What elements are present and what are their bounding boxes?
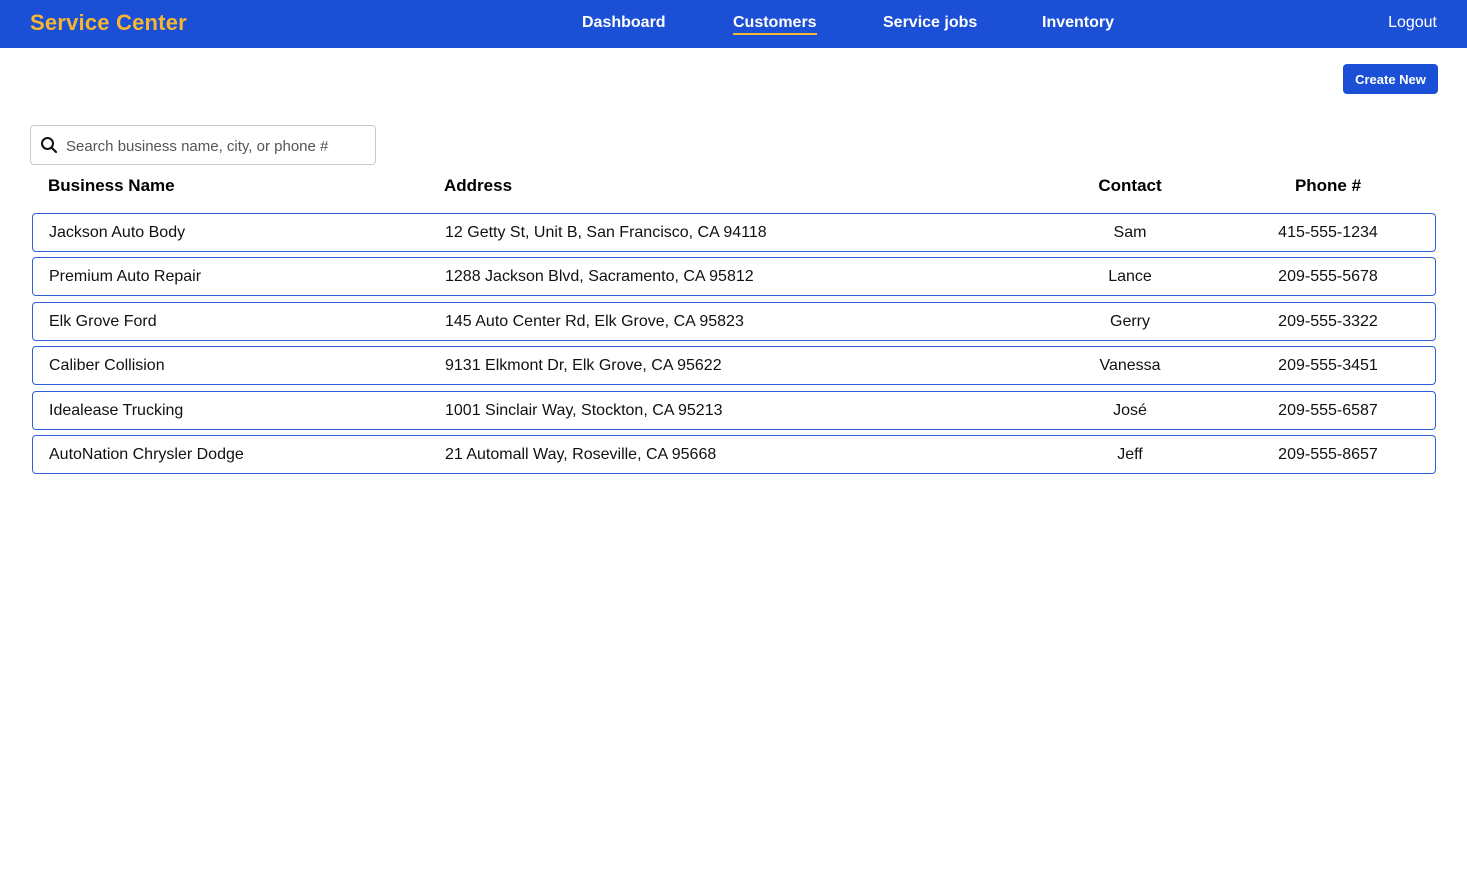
header-address: Address (444, 176, 513, 195)
cell-contact: Jeff (1117, 446, 1143, 463)
header-phone: Phone # (1294, 176, 1362, 195)
cell-phone: 415-555-1234 (1278, 224, 1378, 241)
cell-business-name: Idealease Trucking (49, 402, 184, 419)
cell-business-name: Premium Auto Repair (49, 268, 202, 285)
table-row[interactable]: Premium Auto Repair 1288 Jackson Blvd, S… (32, 257, 1436, 296)
nav-inventory[interactable]: Inventory (1042, 14, 1114, 32)
cell-contact: Vanessa (1099, 357, 1161, 374)
header-contact: Contact (1098, 176, 1162, 195)
top-nav-bar: Service Center Dashboard Customers Servi… (0, 0, 1467, 48)
search-input[interactable] (66, 134, 366, 158)
cell-phone: 209-555-3451 (1278, 357, 1378, 374)
table-row[interactable]: Caliber Collision 9131 Elkmont Dr, Elk G… (32, 346, 1436, 385)
search-icon (40, 136, 58, 154)
cell-phone: 209-555-6587 (1278, 402, 1378, 419)
cell-phone: 209-555-5678 (1278, 268, 1378, 285)
search-field[interactable] (30, 125, 376, 165)
cell-address: 12 Getty St, Unit B, San Francisco, CA 9… (445, 224, 767, 241)
cell-address: 1288 Jackson Blvd, Sacramento, CA 95812 (445, 268, 754, 285)
cell-business-name: Caliber Collision (49, 357, 165, 374)
brand-logo[interactable]: Service Center (30, 10, 187, 36)
table-row[interactable]: Elk Grove Ford 145 Auto Center Rd, Elk G… (32, 302, 1436, 341)
cell-phone: 209-555-8657 (1278, 446, 1378, 463)
cell-business-name: AutoNation Chrysler Dodge (49, 446, 244, 463)
cell-contact: Sam (1113, 224, 1147, 241)
table-row[interactable]: Idealease Trucking 1001 Sinclair Way, St… (32, 391, 1436, 430)
table-row[interactable]: Jackson Auto Body 12 Getty St, Unit B, S… (32, 213, 1436, 252)
cell-contact: Lance (1108, 268, 1152, 285)
cell-address: 1001 Sinclair Way, Stockton, CA 95213 (445, 402, 723, 419)
create-new-button[interactable]: Create New (1343, 64, 1438, 94)
nav-dashboard[interactable]: Dashboard (582, 14, 666, 32)
cell-contact: José (1113, 402, 1147, 419)
cell-business-name: Elk Grove Ford (49, 313, 157, 330)
cell-business-name: Jackson Auto Body (49, 224, 186, 241)
table-header: Business Name Address Contact Phone # (32, 176, 1436, 200)
cell-phone: 209-555-3322 (1278, 313, 1378, 330)
table-row[interactable]: AutoNation Chrysler Dodge 21 Automall Wa… (32, 435, 1436, 474)
cell-contact: Gerry (1110, 313, 1150, 330)
cell-address: 9131 Elkmont Dr, Elk Grove, CA 95622 (445, 357, 722, 374)
logout-link[interactable]: Logout (1388, 14, 1437, 32)
cell-address: 145 Auto Center Rd, Elk Grove, CA 95823 (445, 313, 744, 330)
header-business-name: Business Name (48, 176, 175, 195)
cell-address: 21 Automall Way, Roseville, CA 95668 (445, 446, 717, 463)
nav-customers[interactable]: Customers (733, 14, 817, 35)
nav-service-jobs[interactable]: Service jobs (883, 14, 977, 32)
